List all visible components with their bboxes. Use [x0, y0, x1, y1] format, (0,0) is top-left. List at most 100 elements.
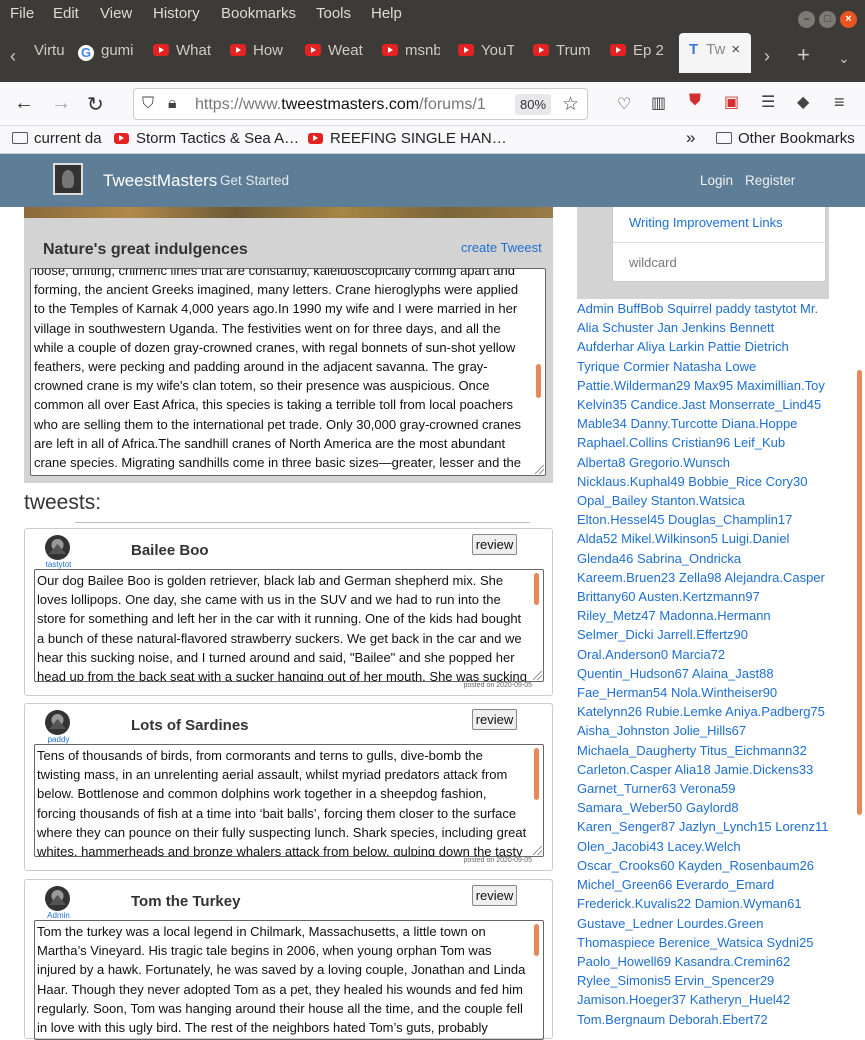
hamburger-menu-icon[interactable]: ≡: [834, 92, 845, 113]
shield-icon[interactable]: ⛉: [142, 95, 154, 113]
user-list-line[interactable]: Nicklaus.Kuphal49 Bobbie_Rice Cory30: [577, 472, 832, 491]
minimize-icon[interactable]: –: [798, 11, 815, 28]
user-list-line[interactable]: Frederick.Kuvalis22 Damion.Wyman61: [577, 894, 832, 913]
tweet-text[interactable]: Our dog Bailee Boo is golden retriever, …: [34, 569, 544, 682]
close-window-icon[interactable]: ×: [840, 11, 857, 28]
user-list-line[interactable]: Selmer_Dicki Jarrell.Effertz90: [577, 625, 832, 644]
user-list-line[interactable]: Katelynn26 Rubie.Lemke Aniya.Padberg75: [577, 702, 832, 721]
avatar[interactable]: [45, 710, 70, 735]
login-link[interactable]: Login: [700, 173, 733, 188]
user-list-line[interactable]: Fae_Herman54 Nola.Wintheiser90: [577, 683, 832, 702]
review-button[interactable]: review: [472, 885, 517, 906]
description-scrollbar[interactable]: [536, 364, 541, 398]
maximize-icon[interactable]: □: [819, 11, 836, 28]
user-list-line[interactable]: Michaela_Daugherty Titus_Eichmann32: [577, 741, 832, 760]
user-list-line[interactable]: Mable34 Danny.Turcotte Diana.Hoppe: [577, 414, 832, 433]
user-list-line[interactable]: Brittany60 Austen.Kertzmann97: [577, 587, 832, 606]
reader-view-icon[interactable]: ▥: [651, 93, 666, 113]
tweet-username[interactable]: paddy: [45, 735, 72, 744]
forward-icon[interactable]: →: [51, 92, 71, 115]
url-text[interactable]: https://www.tweestmasters.com/forums/1: [195, 96, 486, 114]
user-list-line[interactable]: Raphael.Collins Cristian96 Leif_Kub: [577, 433, 832, 452]
user-list-line[interactable]: Alia Schuster Jan Jenkins Bennett: [577, 318, 832, 337]
user-list-line[interactable]: Alda52 Mikel.Wilkinson5 Luigi.Daniel: [577, 529, 832, 548]
extension-red-icon[interactable]: ▣: [724, 92, 739, 112]
user-list-line[interactable]: Alberta8 Gregorio.Wunsch: [577, 453, 832, 472]
tab-scroll-left-icon[interactable]: ‹: [10, 46, 16, 67]
site-brand[interactable]: TweestMasters: [103, 171, 217, 191]
create-tweest-link[interactable]: create Tweest: [461, 240, 542, 255]
forum-description[interactable]: loose, drifting, chimeric lines that are…: [30, 268, 546, 476]
get-started-link[interactable]: Get Started: [220, 173, 289, 188]
zoom-level[interactable]: 80%: [515, 94, 551, 115]
bookmarks-overflow-icon[interactable]: »: [686, 128, 695, 148]
resize-grip-icon[interactable]: [533, 671, 542, 680]
user-list-line[interactable]: Admin BuffBob Squirrel paddy tastytot Mr…: [577, 299, 832, 318]
bookmark-current[interactable]: current da: [12, 130, 102, 147]
user-list-line[interactable]: Jamison.Hoeger37 Katheryn_Huel42: [577, 990, 832, 1009]
url-bar[interactable]: ⛉ 🔒︎ https://www.tweestmasters.com/forum…: [133, 88, 588, 120]
reload-icon[interactable]: ↻: [87, 92, 104, 117]
back-icon[interactable]: ←: [14, 92, 34, 115]
user-list-line[interactable]: Garnet_Turner63 Verona59: [577, 779, 832, 798]
wildcard-link[interactable]: wildcard: [629, 255, 677, 270]
user-list-line[interactable]: Quentin_Hudson67 Alaina_Jast88: [577, 664, 832, 683]
tweet-username[interactable]: tastytot: [45, 560, 72, 569]
tab-virtu[interactable]: Virtu: [34, 42, 64, 70]
tab-list-chevron-icon[interactable]: ⌄: [838, 50, 850, 67]
tweet-scrollbar[interactable]: [534, 573, 539, 605]
review-button[interactable]: review: [472, 709, 517, 730]
tab-tweestmasters-active[interactable]: T Tw ×: [679, 33, 751, 73]
user-list-line[interactable]: Pattie.Wilderman29 Max95 Maximillian.Toy: [577, 376, 832, 395]
user-list-line[interactable]: Oscar_Crooks60 Kayden_Rosenbaum26: [577, 856, 832, 875]
user-list-line[interactable]: Olen_Jacobi43 Lacey.Welch: [577, 837, 832, 856]
user-list-line[interactable]: Oral.Anderson0 Marcia72: [577, 645, 832, 664]
resize-grip-icon[interactable]: [535, 465, 544, 474]
tweet-username[interactable]: Admin: [45, 911, 72, 920]
tab-what[interactable]: What: [153, 42, 211, 70]
review-button[interactable]: review: [472, 534, 517, 555]
menu-bookmarks[interactable]: Bookmarks: [221, 5, 296, 22]
bookmark-star-icon[interactable]: ☆: [562, 93, 579, 116]
user-list-line[interactable]: Kelvin35 Candice.Jast Monserrate_Lind45: [577, 395, 832, 414]
menu-tools[interactable]: Tools: [316, 5, 351, 22]
tab-gumi[interactable]: Ggumi: [78, 42, 134, 70]
user-list-line[interactable]: Rylee_Simonis5 Ervin_Spencer29: [577, 971, 832, 990]
menu-view[interactable]: View: [100, 5, 132, 22]
user-list-line[interactable]: Aisha_Johnston Jolie_Hills67: [577, 721, 832, 740]
tab-yout[interactable]: YouT: [458, 42, 514, 70]
tweet-text[interactable]: Tom the turkey was a local legend in Chi…: [34, 920, 544, 1040]
user-list-line[interactable]: Tom.Bergnaum Deborah.Ebert72: [577, 1010, 832, 1029]
user-list-line[interactable]: Karen_Senger87 Jazlyn_Lynch15 Lorenz11: [577, 817, 832, 836]
avatar[interactable]: [45, 886, 70, 911]
user-list-line[interactable]: Carleton.Casper Alia18 Jamie.Dickens33: [577, 760, 832, 779]
tab-how[interactable]: How: [230, 42, 285, 70]
new-tab-icon[interactable]: +: [797, 42, 810, 68]
menu-help[interactable]: Help: [371, 5, 402, 22]
menu-file[interactable]: File: [10, 5, 34, 22]
user-list-line[interactable]: Aufderhar Aliya Larkin Pattie Dietrich: [577, 337, 832, 356]
resize-grip-icon[interactable]: [533, 846, 542, 855]
tab-ep[interactable]: Ep 2: [610, 42, 666, 70]
user-list-line[interactable]: Paolo_Howell69 Kasandra.Cremin62: [577, 952, 832, 971]
extension-list-icon[interactable]: ☰: [761, 92, 775, 112]
user-list-line[interactable]: Elton.Hessel45 Douglas_Champlin17: [577, 510, 832, 529]
user-list-line[interactable]: Thomaspiece Berenice_Watsica Sydni25: [577, 933, 832, 952]
user-list-line[interactable]: Michel_Green66 Everardo_Emard: [577, 875, 832, 894]
user-list-line[interactable]: Tyrique Cormier Natasha Lowe: [577, 357, 832, 376]
user-list-line[interactable]: Kareem.Bruen23 Zella98 Alejandra.Casper: [577, 568, 832, 587]
user-list-line[interactable]: Samara_Weber50 Gaylord8: [577, 798, 832, 817]
tab-weat[interactable]: Weat: [305, 42, 363, 70]
tweet-text[interactable]: Tens of thousands of birds, from cormora…: [34, 744, 544, 857]
close-tab-icon[interactable]: ×: [731, 41, 740, 58]
user-list-line[interactable]: Riley_Metz47 Madonna.Hermann: [577, 606, 832, 625]
user-list-line[interactable]: Glenda46 Sabrina_Ondricka: [577, 549, 832, 568]
menu-history[interactable]: History: [153, 5, 200, 22]
extension-cube-icon[interactable]: ◆: [797, 92, 809, 112]
tab-scroll-right-icon[interactable]: ›: [764, 46, 770, 67]
tweet-scrollbar[interactable]: [534, 924, 539, 956]
menu-edit[interactable]: Edit: [53, 5, 79, 22]
tweet-scrollbar[interactable]: [534, 748, 539, 800]
user-list-line[interactable]: Opal_Bailey Stanton.Watsica: [577, 491, 832, 510]
tab-trum[interactable]: Trum: [533, 42, 590, 70]
